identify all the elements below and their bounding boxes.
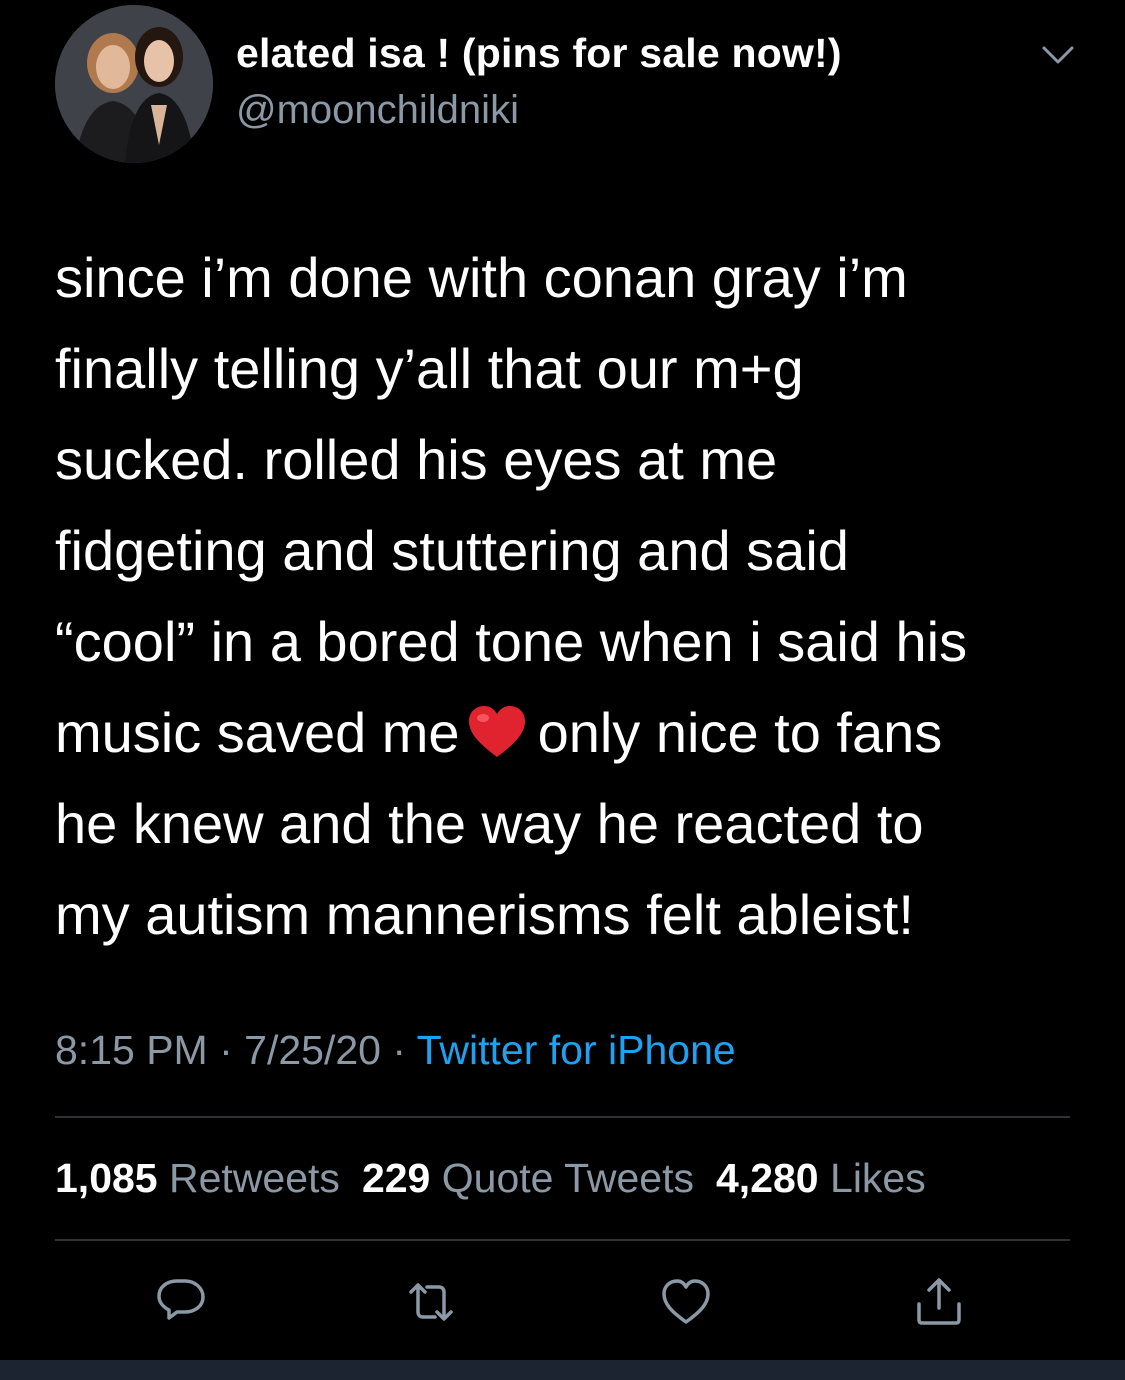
quote-tweets-count: 229 [361,1155,431,1201]
like-icon[interactable] [660,1276,712,1328]
tweet-line: since i’m done with conan gray i’m [55,246,908,309]
tweet-line-part: music saved me [55,701,460,764]
retweets-label: Retweets [169,1155,340,1201]
quote-tweets-label: Quote Tweets [441,1155,694,1201]
meta-separator: · [207,1027,245,1073]
retweets-stat[interactable]: 1,085 Retweets [55,1155,340,1201]
tweet-line-part: only nice to fans [537,701,943,764]
tweet-meta: 8:15 PM · 7/25/20 · Twitter for iPhone [55,1027,736,1074]
display-name[interactable]: elated isa ! (pins for sale now!) [236,30,842,77]
likes-count: 4,280 [716,1155,819,1201]
tweet-line: my autism mannerisms felt ableist! [55,883,914,946]
profile-photo-icon [55,5,213,163]
tweet-line: he knew and the way he reacted to [55,792,924,855]
reply-icon[interactable] [155,1276,207,1328]
likes-label: Likes [830,1155,926,1201]
bottom-bar [0,1360,1125,1380]
tweet-card: elated isa ! (pins for sale now!) @moonc… [0,0,1125,1360]
share-icon[interactable] [913,1276,965,1328]
chevron-down-icon[interactable] [1040,40,1076,70]
retweet-icon[interactable] [405,1276,457,1328]
tweet-line-with-emoji: music saved me only nice to fans [55,687,1085,778]
meta-separator: · [380,1027,417,1073]
quote-tweets-stat[interactable]: 229 Quote Tweets [362,1155,694,1201]
divider [55,1116,1070,1118]
tweet-text: since i’m done with conan gray i’m final… [55,232,1085,960]
avatar[interactable] [55,5,213,163]
user-handle[interactable]: @moonchildniki [236,88,519,133]
tweet-source-link[interactable]: Twitter for iPhone [417,1027,736,1073]
tweet-line: sucked. rolled his eyes at me [55,428,778,491]
divider [55,1239,1070,1241]
retweets-count: 1,085 [55,1155,158,1201]
tweet-line: fidgeting and stuttering and said [55,519,849,582]
tweet-time[interactable]: 8:15 PM [55,1027,208,1073]
tweet-date[interactable]: 7/25/20 [244,1027,381,1073]
tweet-stats: 1,085 Retweets 229 Quote Tweets 4,280 Like… [55,1155,926,1202]
tweet-line: finally telling y’all that our m+g [55,337,804,400]
likes-stat[interactable]: 4,280 Likes [716,1155,926,1201]
tweet-line: “cool” in a bored tone when i said his [55,610,968,673]
red-heart-icon [468,706,525,757]
